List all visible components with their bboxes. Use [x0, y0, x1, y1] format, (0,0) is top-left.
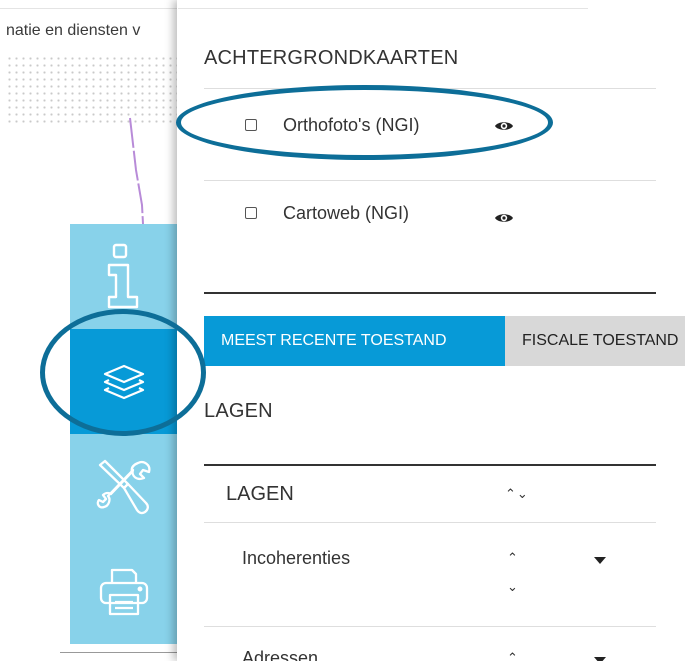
printer-icon [99, 568, 149, 615]
divider [204, 180, 656, 181]
layer-name: Incoherenties [242, 548, 351, 568]
layers-table-header: LAGEN ⌃⌄ [204, 466, 656, 522]
orthofoto-checkbox[interactable] [245, 119, 257, 131]
background-maps-heading: ACHTERGRONDKAARTEN [204, 47, 459, 69]
eye-icon[interactable] [494, 119, 514, 133]
top-divider [178, 8, 588, 9]
tab-fiscale-toestand[interactable]: FISCALE TOESTAND [505, 316, 685, 366]
layer-row[interactable]: Adressen ⌃ [204, 628, 656, 661]
layers-button[interactable] [70, 329, 178, 434]
layer-name: Adressen [242, 648, 319, 661]
state-tabs: MEEST RECENTE TOESTAND FISCALE TOESTAND [204, 316, 685, 366]
layers-heading: LAGEN [204, 400, 273, 422]
divider [204, 88, 656, 89]
info-button[interactable] [70, 224, 178, 329]
tab-meest-recente-toestand[interactable]: MEEST RECENTE TOESTAND [204, 316, 505, 366]
background-map-label: Cartoweb (NGI) [283, 203, 410, 223]
layers-column-title: LAGEN [226, 483, 294, 505]
layer-row[interactable]: Incoherenties ⌃ ⌄ [204, 524, 656, 624]
tools-button[interactable] [70, 434, 178, 539]
layers-panel: ACHTERGRONDKAARTEN Orthofoto's (NGI) Car… [177, 0, 685, 661]
sort-all-arrows[interactable]: ⌃⌄ [505, 486, 529, 502]
dropdown-caret-icon[interactable] [594, 557, 606, 564]
dropdown-caret-icon[interactable] [594, 657, 606, 661]
info-icon [107, 243, 139, 308]
print-button[interactable] [70, 539, 178, 644]
side-toolbar [70, 224, 178, 644]
map-scale-line [60, 652, 178, 653]
background-map-label: Orthofoto's (NGI) [283, 115, 420, 135]
eye-icon[interactable] [494, 211, 514, 225]
divider [204, 522, 656, 523]
background-map-item[interactable]: Orthofoto's (NGI) [204, 90, 656, 178]
tools-icon [96, 459, 151, 514]
layers-icon [103, 364, 145, 399]
divider [204, 626, 656, 627]
section-divider [204, 292, 656, 294]
move-up-icon[interactable]: ⌃ [507, 550, 519, 566]
move-up-icon[interactable]: ⌃ [507, 650, 519, 661]
background-map-item[interactable]: Cartoweb (NGI) [204, 182, 656, 262]
move-down-icon[interactable]: ⌄ [507, 579, 519, 595]
cartoweb-checkbox[interactable] [245, 207, 257, 219]
